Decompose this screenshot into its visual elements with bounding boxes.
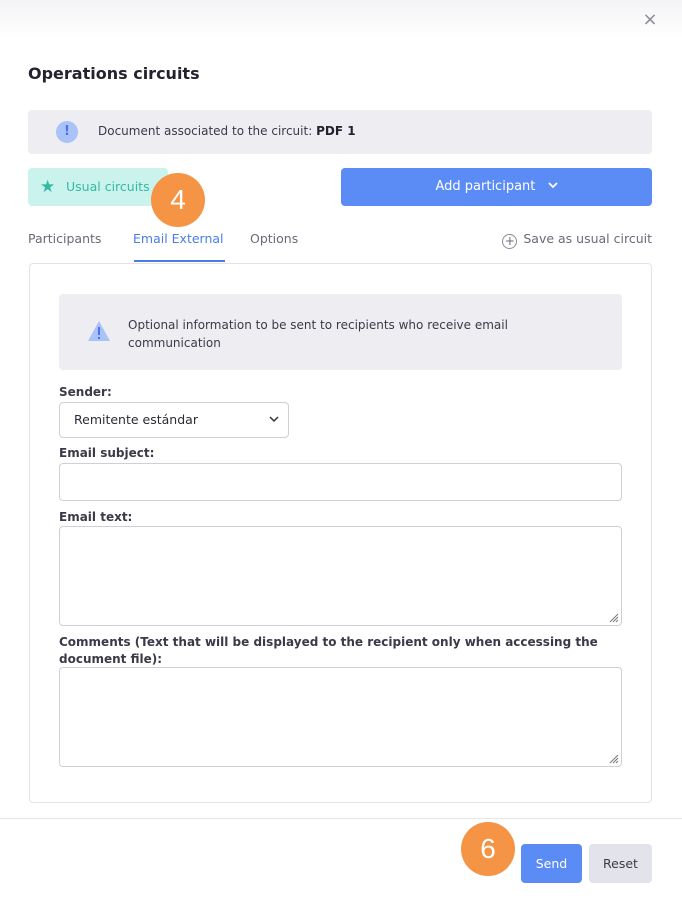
tab-participants[interactable]: Participants (28, 231, 101, 246)
star-icon: ★ (40, 177, 56, 197)
resize-handle-icon[interactable] (607, 752, 619, 764)
email-text-textarea[interactable] (59, 526, 622, 626)
email-text-label: Email text: (59, 510, 133, 524)
tab-bar: Participants Email External Options + Sav… (28, 228, 652, 264)
dialog-top-strip (0, 0, 682, 40)
send-button[interactable]: Send (521, 844, 582, 883)
sender-select[interactable]: Remitente estándar (59, 402, 289, 438)
plus-circle-icon: + (502, 234, 518, 249)
document-banner: ! Document associated to the circuit: PD… (28, 110, 652, 154)
dialog-title: Operations circuits (28, 64, 200, 83)
close-icon[interactable]: × (640, 10, 660, 30)
usual-circuits-label: Usual circuits (66, 179, 150, 194)
sender-label: Sender: (59, 385, 112, 399)
document-banner-label: Document associated to the circuit: (98, 124, 317, 138)
footer-divider (0, 818, 682, 819)
save-usual-circuit-label: Save as usual circuit (523, 231, 652, 246)
comments-textarea[interactable] (59, 667, 622, 767)
document-name: PDF 1 (316, 124, 356, 138)
save-usual-circuit-button[interactable]: + Save as usual circuit (502, 231, 652, 249)
notice-box: Optional information to be sent to recip… (59, 294, 622, 370)
add-participant-label: Add participant (435, 179, 536, 194)
chevron-down-icon (547, 182, 558, 189)
document-banner-text: Document associated to the circuit: PDF … (98, 124, 356, 138)
usual-circuits-button[interactable]: ★ Usual circuits (28, 168, 168, 206)
warning-icon (88, 321, 110, 341)
info-icon: ! (56, 121, 78, 143)
active-tab-indicator (134, 260, 225, 262)
sender-selected-value: Remitente estándar (74, 412, 198, 427)
add-participant-button[interactable]: Add participant (341, 168, 652, 206)
reset-button[interactable]: Reset (589, 844, 652, 883)
email-subject-label: Email subject: (59, 446, 155, 460)
chevron-down-icon (269, 416, 279, 423)
comments-label: Comments (Text that will be displayed to… (59, 635, 598, 666)
step-badge-6: 6 (461, 822, 515, 876)
tab-options[interactable]: Options (250, 231, 298, 246)
tab-email-external[interactable]: Email External (133, 231, 224, 246)
resize-handle-icon[interactable] (607, 611, 619, 623)
notice-text: Optional information to be sent to recip… (128, 318, 508, 350)
email-subject-input[interactable] (59, 463, 622, 501)
step-badge-4: 4 (151, 173, 205, 227)
